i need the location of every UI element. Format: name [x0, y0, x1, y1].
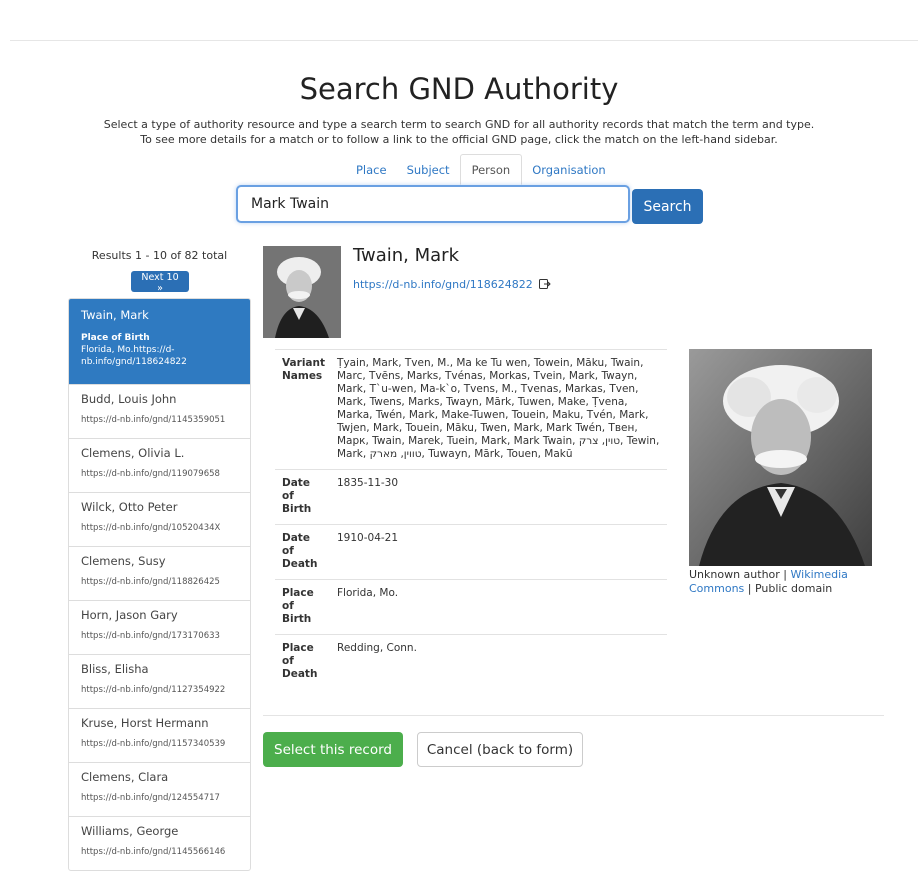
- result-sub-text: Florida, Mo.https://d-nb.info/gnd/118624…: [81, 345, 187, 367]
- field-value: 1910-04-21: [331, 524, 667, 580]
- list-item[interactable]: Budd, Louis John https://d-nb.info/gnd/1…: [69, 384, 250, 438]
- result-name: Clemens, Susy: [81, 554, 166, 568]
- tab-subject[interactable]: Subject: [397, 154, 460, 185]
- field-label: Place of Death: [275, 634, 331, 689]
- field-label: Place of Birth: [275, 579, 331, 635]
- result-url: https://d-nb.info/gnd/1145359051: [81, 415, 226, 425]
- list-item[interactable]: Wilck, Otto Peter https://d-nb.info/gnd/…: [69, 492, 250, 546]
- result-name: Clemens, Clara: [81, 770, 169, 784]
- result-name: Kruse, Horst Hermann: [81, 716, 209, 730]
- person-details-table: Variant Names Ṭyain, Mark, Tven, M., Ma …: [275, 349, 667, 689]
- result-url: https://d-nb.info/gnd/173170633: [81, 631, 220, 641]
- list-item[interactable]: Clemens, Olivia L. https://d-nb.info/gnd…: [69, 438, 250, 492]
- credit-author: Unknown author: [689, 568, 780, 581]
- list-item[interactable]: Horn, Jason Gary https://d-nb.info/gnd/1…: [69, 600, 250, 654]
- external-link-icon: [539, 279, 552, 289]
- page-title: Search GND Authority: [299, 72, 619, 106]
- list-item[interactable]: Clemens, Clara https://d-nb.info/gnd/124…: [69, 762, 250, 816]
- list-item[interactable]: Williams, George https://d-nb.info/gnd/1…: [69, 816, 250, 870]
- person-portrait: [689, 349, 872, 566]
- intro-line-2: To see more details for a match or to fo…: [140, 133, 778, 146]
- person-thumbnail: [263, 246, 341, 338]
- list-item[interactable]: Kruse, Horst Hermann https://d-nb.info/g…: [69, 708, 250, 762]
- select-record-button[interactable]: Select this record: [263, 732, 403, 767]
- portrait-thumbnail-image: [263, 246, 341, 338]
- table-row: Place of Birth Florida, Mo.: [275, 579, 667, 635]
- result-url: https://d-nb.info/gnd/119079658: [81, 469, 220, 479]
- table-row: Date of Birth 1835-11-30: [275, 469, 667, 525]
- credit-separator: |: [779, 568, 791, 581]
- table-row: Place of Death Redding, Conn.: [275, 634, 667, 689]
- image-credit: Unknown author | Wikimedia Commons | Pub…: [689, 568, 879, 596]
- result-url: https://d-nb.info/gnd/1127354922: [81, 685, 226, 695]
- result-url: https://d-nb.info/gnd/118826425: [81, 577, 220, 587]
- field-label: Date of Birth: [275, 469, 331, 525]
- intro-text: Select a type of authority resource and …: [0, 117, 918, 147]
- result-url: https://d-nb.info/gnd/10520434X: [81, 523, 221, 533]
- results-count: Results 1 - 10 of 82 total: [91, 249, 228, 262]
- cancel-button[interactable]: Cancel (back to form): [417, 732, 583, 767]
- field-value: Florida, Mo.: [331, 579, 667, 635]
- field-value: Redding, Conn.: [331, 634, 667, 689]
- result-name: Clemens, Olivia L.: [81, 446, 185, 460]
- table-row: Variant Names Ṭyain, Mark, Tven, M., Ma …: [275, 349, 667, 470]
- result-url: https://d-nb.info/gnd/1145566146: [81, 847, 226, 857]
- result-name: Budd, Louis John: [81, 392, 177, 406]
- actions-divider: [263, 715, 884, 716]
- result-name: Twain, Mark: [81, 308, 149, 322]
- result-list: Twain, Mark Place of Birth Florida, Mo.h…: [68, 298, 251, 871]
- tab-person[interactable]: Person: [459, 154, 523, 185]
- credit-separator: |: [744, 582, 755, 595]
- authority-type-tabs: Place Subject Person Organisation: [346, 154, 616, 185]
- intro-line-1: Select a type of authority resource and …: [103, 118, 815, 131]
- table-row: Date of Death 1910-04-21: [275, 524, 667, 580]
- top-divider: [10, 40, 918, 41]
- gnd-link-text[interactable]: https://d-nb.info/gnd/118624822: [353, 278, 533, 291]
- result-name: Bliss, Elisha: [81, 662, 149, 676]
- tab-place[interactable]: Place: [346, 154, 397, 185]
- result-name: Williams, George: [81, 824, 179, 838]
- field-label: Variant Names: [275, 349, 331, 470]
- result-url: https://d-nb.info/gnd/124554717: [81, 793, 220, 803]
- list-item[interactable]: Clemens, Susy https://d-nb.info/gnd/1188…: [69, 546, 250, 600]
- field-value: Ṭyain, Mark, Tven, M., Ma ke Tu wen, Tow…: [331, 349, 667, 470]
- credit-license: Public domain: [754, 582, 833, 595]
- result-sub-label: Place of Birth: [81, 333, 150, 343]
- portrait-image: [689, 349, 872, 566]
- next-page-button[interactable]: Next 10 »: [131, 271, 189, 294]
- result-name: Wilck, Otto Peter: [81, 500, 178, 514]
- tab-organisation[interactable]: Organisation: [522, 154, 615, 185]
- person-name: Twain, Mark: [353, 245, 460, 266]
- gnd-link[interactable]: https://d-nb.info/gnd/118624822: [353, 278, 552, 291]
- field-label: Date of Death: [275, 524, 331, 580]
- result-name: Horn, Jason Gary: [81, 608, 178, 622]
- list-item[interactable]: Bliss, Elisha https://d-nb.info/gnd/1127…: [69, 654, 250, 708]
- search-button[interactable]: Search: [632, 189, 703, 224]
- search-input[interactable]: [236, 185, 630, 223]
- field-value: 1835-11-30: [331, 469, 667, 525]
- result-url: https://d-nb.info/gnd/1157340539: [81, 739, 226, 749]
- result-item-active[interactable]: Twain, Mark Place of Birth Florida, Mo.h…: [69, 299, 250, 384]
